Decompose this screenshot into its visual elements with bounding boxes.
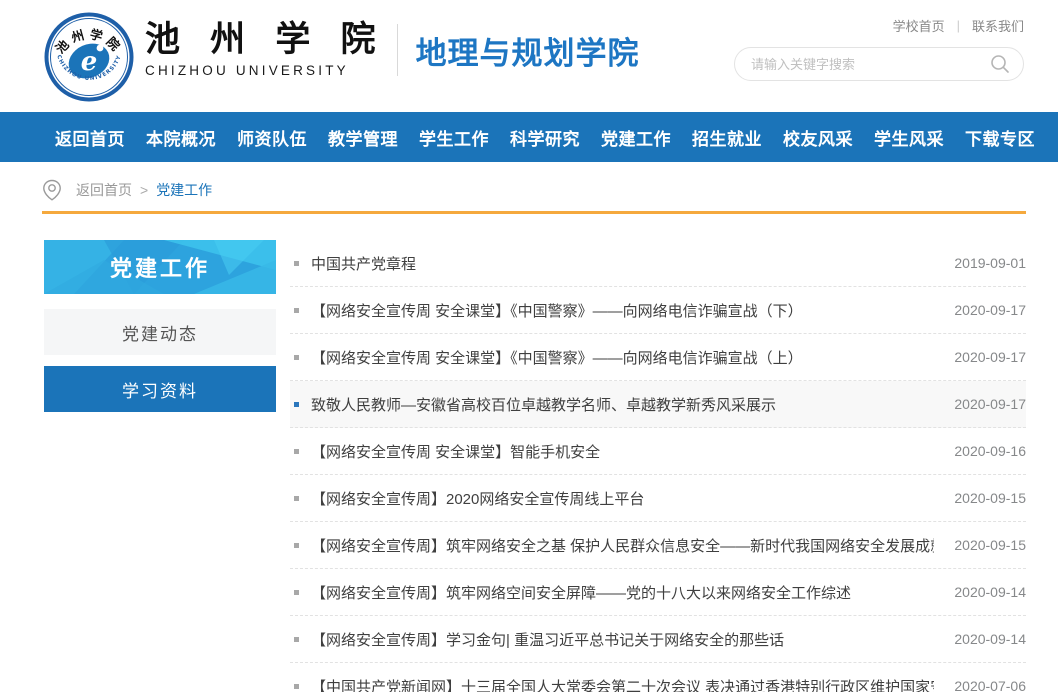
article-title[interactable]: 致敬人民教师—安徽省高校百位卓越教学名师、卓越教学新秀风采展示 <box>311 394 934 415</box>
nav-item-home[interactable]: 返回首页 <box>55 125 125 150</box>
nav-item-students[interactable]: 学生工作 <box>419 125 489 150</box>
article-title[interactable]: 【中国共产党新闻网】十三届全国人大常委会第二十次会议 表决通过香港特别行政区维护… <box>311 676 934 692</box>
article-date: 2020-09-17 <box>954 349 1026 365</box>
university-name: 池 州 学 院 CHIZHOU UNIVERSITY <box>145 22 385 78</box>
article-row[interactable]: 【网络安全宣传周】2020网络安全宣传周线上平台 2020-09-15 <box>290 475 1026 522</box>
article-title[interactable]: 【网络安全宣传周】筑牢网络安全之基 保护人民群众信息安全——新时代我国网络安全发… <box>311 535 934 556</box>
breadcrumb-separator: > <box>140 182 148 198</box>
article-date: 2020-09-14 <box>954 631 1026 647</box>
article-row[interactable]: 【网络安全宣传周 安全课堂】智能手机安全 2020-09-16 <box>290 428 1026 475</box>
article-date: 2020-09-14 <box>954 584 1026 600</box>
article-date: 2019-09-01 <box>954 255 1026 271</box>
main-nav: 返回首页 本院概况 师资队伍 教学管理 学生工作 科学研究 党建工作 招生就业 … <box>0 112 1058 162</box>
search-input[interactable] <box>751 57 989 72</box>
breadcrumb: 返回首页 > 党建工作 <box>42 179 1026 201</box>
article-date: 2020-09-15 <box>954 490 1026 506</box>
nav-item-overview[interactable]: 本院概况 <box>146 125 216 150</box>
content-area: 党建工作 党建动态 学习资料 中国共产党章程 2019-09-01 【网络安全宣… <box>44 240 1026 692</box>
nav-item-research[interactable]: 科学研究 <box>510 125 580 150</box>
nav-item-party[interactable]: 党建工作 <box>601 125 671 150</box>
page-header: e 池州学院 CHIZHOU UNIVERSITY 池 州 学 院 CHIZHO… <box>0 0 1058 112</box>
svg-text:e: e <box>81 47 98 77</box>
bullet-icon <box>294 637 299 642</box>
breadcrumb-current[interactable]: 党建工作 <box>156 180 212 200</box>
sidebar-title-label: 党建工作 <box>110 251 210 283</box>
article-title[interactable]: 【网络安全宣传周】2020网络安全宣传周线上平台 <box>311 488 934 509</box>
article-title[interactable]: 中国共产党章程 <box>311 253 934 274</box>
article-title[interactable]: 【网络安全宣传周 安全课堂】《中国警察》——向网络电信诈骗宣战（下） <box>311 300 934 321</box>
brand-block: 池 州 学 院 CHIZHOU UNIVERSITY 地理与规划学院 <box>145 22 640 78</box>
article-row-highlighted[interactable]: 致敬人民教师—安徽省高校百位卓越教学名师、卓越教学新秀风采展示 2020-09-… <box>290 381 1026 428</box>
bullet-icon <box>294 402 299 407</box>
nav-item-admissions[interactable]: 招生就业 <box>692 125 762 150</box>
nav-item-teaching[interactable]: 教学管理 <box>328 125 398 150</box>
nav-item-faculty[interactable]: 师资队伍 <box>237 125 307 150</box>
nav-item-student-style[interactable]: 学生风采 <box>874 125 944 150</box>
brand-divider <box>397 24 398 76</box>
university-name-cn: 池 州 学 院 <box>145 22 385 57</box>
search-box[interactable] <box>734 47 1024 81</box>
article-list: 中国共产党章程 2019-09-01 【网络安全宣传周 安全课堂】《中国警察》—… <box>290 240 1026 692</box>
article-row[interactable]: 【中国共产党新闻网】十三届全国人大常委会第二十次会议 表决通过香港特别行政区维护… <box>290 663 1026 692</box>
location-pin-icon <box>42 179 62 201</box>
article-title[interactable]: 【网络安全宣传周 安全课堂】《中国警察》——向网络电信诈骗宣战（上） <box>311 347 934 368</box>
bullet-icon <box>294 496 299 501</box>
bullet-icon <box>294 261 299 266</box>
article-date: 2020-09-17 <box>954 396 1026 412</box>
university-logo[interactable]: e 池州学院 CHIZHOU UNIVERSITY <box>44 12 134 102</box>
article-row[interactable]: 【网络安全宣传周】筑牢网络安全之基 保护人民群众信息安全——新时代我国网络安全发… <box>290 522 1026 569</box>
top-links: 学校首页 | 联系我们 <box>893 16 1024 35</box>
university-seal-icon: e 池州学院 CHIZHOU UNIVERSITY <box>44 12 134 102</box>
breadcrumb-home[interactable]: 返回首页 <box>76 180 132 200</box>
article-date: 2020-09-16 <box>954 443 1026 459</box>
bullet-icon <box>294 684 299 689</box>
university-name-en: CHIZHOU UNIVERSITY <box>145 63 385 78</box>
contact-us-link[interactable]: 联系我们 <box>972 16 1024 35</box>
article-title[interactable]: 【网络安全宣传周】筑牢网络空间安全屏障——党的十八大以来网络安全工作综述 <box>311 582 934 603</box>
sidebar-item-study-materials[interactable]: 学习资料 <box>44 366 276 412</box>
bullet-icon <box>294 355 299 360</box>
bullet-icon <box>294 543 299 548</box>
sidebar-item-party-news[interactable]: 党建动态 <box>44 309 276 355</box>
article-row[interactable]: 【网络安全宣传周】筑牢网络空间安全屏障——党的十八大以来网络安全工作综述 202… <box>290 569 1026 616</box>
search-icon[interactable] <box>989 53 1011 75</box>
nav-item-alumni[interactable]: 校友风采 <box>783 125 853 150</box>
accent-divider <box>42 211 1026 214</box>
bullet-icon <box>294 590 299 595</box>
nav-item-downloads[interactable]: 下载专区 <box>965 125 1035 150</box>
college-name: 地理与规划学院 <box>416 28 640 73</box>
breadcrumb-trail: 返回首页 > 党建工作 <box>76 180 212 200</box>
school-home-link[interactable]: 学校首页 <box>893 16 945 35</box>
sidebar: 党建工作 党建动态 学习资料 <box>44 240 276 692</box>
article-title[interactable]: 【网络安全宣传周】学习金句| 重温习近平总书记关于网络安全的那些话 <box>311 629 934 650</box>
article-title[interactable]: 【网络安全宣传周 安全课堂】智能手机安全 <box>311 441 934 462</box>
bullet-icon <box>294 308 299 313</box>
bullet-icon <box>294 449 299 454</box>
article-date: 2020-07-06 <box>954 678 1026 692</box>
article-row[interactable]: 【网络安全宣传周 安全课堂】《中国警察》——向网络电信诈骗宣战（上） 2020-… <box>290 334 1026 381</box>
article-date: 2020-09-17 <box>954 302 1026 318</box>
article-row[interactable]: 中国共产党章程 2019-09-01 <box>290 240 1026 287</box>
article-row[interactable]: 【网络安全宣传周 安全课堂】《中国警察》——向网络电信诈骗宣战（下） 2020-… <box>290 287 1026 334</box>
sidebar-title-party-work[interactable]: 党建工作 <box>44 240 276 294</box>
top-links-separator: | <box>957 18 960 33</box>
article-date: 2020-09-15 <box>954 537 1026 553</box>
article-row[interactable]: 【网络安全宣传周】学习金句| 重温习近平总书记关于网络安全的那些话 2020-0… <box>290 616 1026 663</box>
